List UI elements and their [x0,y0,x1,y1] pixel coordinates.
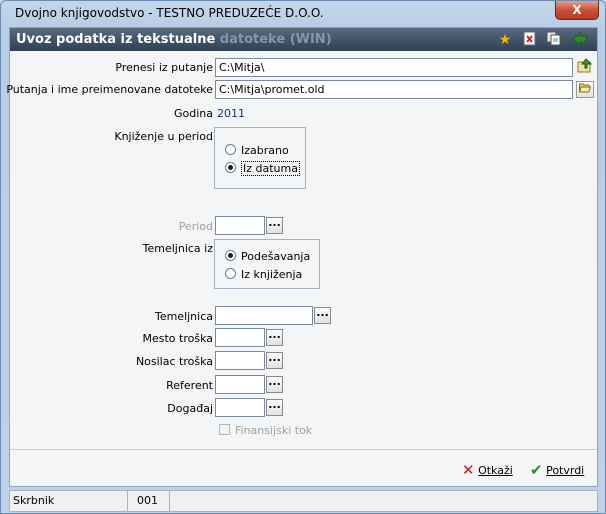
radio-izabrano[interactable]: Izabrano [225,143,289,159]
dialog-title: Uvoz podatka iz tekstualne datoteke (WIN… [16,32,332,47]
radio-izabrano-indicator[interactable] [225,144,236,155]
cost-center-picker-button[interactable]: ... [266,329,283,346]
radio-podesavanja[interactable]: Podešavanja [225,249,310,265]
dialog-window: Dvojno knjigovodstvo - TESTNO PREDUZEĆE … [0,0,606,514]
basis-from-label: Temeljnica iz [142,242,213,255]
radio-iz-datuma-label: Iz datuma [241,161,300,176]
status-code: 001 [134,491,170,511]
period-label: Period [178,220,213,233]
source-path-label: Prenesi iz putanje [115,61,213,74]
radio-iz-datuma[interactable]: Iz datuma [225,161,300,177]
radio-iz-knjizenja-label: Iz knjiženja [241,268,303,281]
referent-input[interactable] [215,375,265,394]
referent-picker-button[interactable]: ... [266,376,283,393]
posting-period-group: Izabrano Iz datuma [214,127,306,189]
close-window-button[interactable]: X [555,1,599,20]
browse-folder-icon[interactable] [575,58,595,77]
main-panel: Uvoz podatka iz tekstualne datoteke (WIN… [6,27,598,487]
period-picker-button[interactable]: ... [266,217,283,234]
title-bar: Dvojno knjigovodstvo - TESTNO PREDUZEĆE … [1,1,605,25]
radio-podesavanja-label: Podešavanja [241,250,311,263]
actions-separator [10,449,597,450]
cost-bearer-input[interactable] [215,351,265,370]
dialog-title-faded: datoteke (WIN) [219,32,332,47]
renamed-file-label: Putanja i ime preimenovane datoteke [6,83,213,96]
event-picker-button[interactable]: ... [266,399,283,416]
radio-iz-knjizenja[interactable]: Iz knjiženja [225,267,302,283]
status-user: Skrbnik [10,491,128,511]
cash-flow-label: Finansijski tok [235,424,313,437]
basis-label: Temeljnica [154,310,213,323]
star-icon[interactable]: ★ [496,31,514,49]
open-file-icon[interactable] [576,81,594,98]
basis-input[interactable] [215,306,313,325]
radio-iz-knjizenja-indicator[interactable] [225,268,236,279]
renamed-file-input[interactable]: C:\Mitja\promet.old [215,80,573,99]
copy-icon[interactable] [545,31,563,49]
confirm-button[interactable]: ✔ Potvrdi [530,460,584,480]
source-path-input[interactable]: C:\Mitja\ [215,58,573,77]
event-label: Događaj [167,402,213,415]
radio-iz-datuma-indicator[interactable] [225,162,236,173]
basis-from-group: Podešavanja Iz knjiženja [214,239,320,289]
event-input[interactable] [215,398,265,417]
posting-period-label: Knjiženje u period [114,130,213,143]
cost-bearer-picker-button[interactable]: ... [266,352,283,369]
referent-label: Referent [166,379,213,392]
period-input[interactable] [215,216,265,235]
dialog-header: Uvoz podatka iz tekstualne datoteke (WIN… [10,28,597,51]
cancel-icon: ✕ [462,461,475,479]
export-icon[interactable] [571,31,589,49]
cost-center-label: Mesto troška [142,332,213,345]
year-label: Godina [173,107,213,120]
cancel-button[interactable]: ✕ Otkaži [462,460,513,480]
cash-flow-checkbox-row: Finansijski tok [219,424,312,437]
cancel-label: Otkaži [478,464,513,477]
confirm-label: Potvrdi [546,464,585,477]
status-bar: Skrbnik 001 [9,490,598,512]
window-title: Dvojno knjigovodstvo - TESTNO PREDUZEĆE … [15,6,324,20]
cost-bearer-label: Nosilac troška [135,355,213,368]
confirm-icon: ✔ [530,461,543,479]
cash-flow-checkbox [219,424,230,435]
radio-izabrano-label: Izabrano [241,144,289,157]
cost-center-input[interactable] [215,328,265,347]
close-document-icon[interactable] [521,31,539,49]
radio-podesavanja-indicator[interactable] [225,250,236,261]
year-value: 2011 [217,107,245,120]
basis-picker-button[interactable]: ... [314,307,331,324]
dialog-title-main: Uvoz podatka iz tekstualne [16,32,216,47]
